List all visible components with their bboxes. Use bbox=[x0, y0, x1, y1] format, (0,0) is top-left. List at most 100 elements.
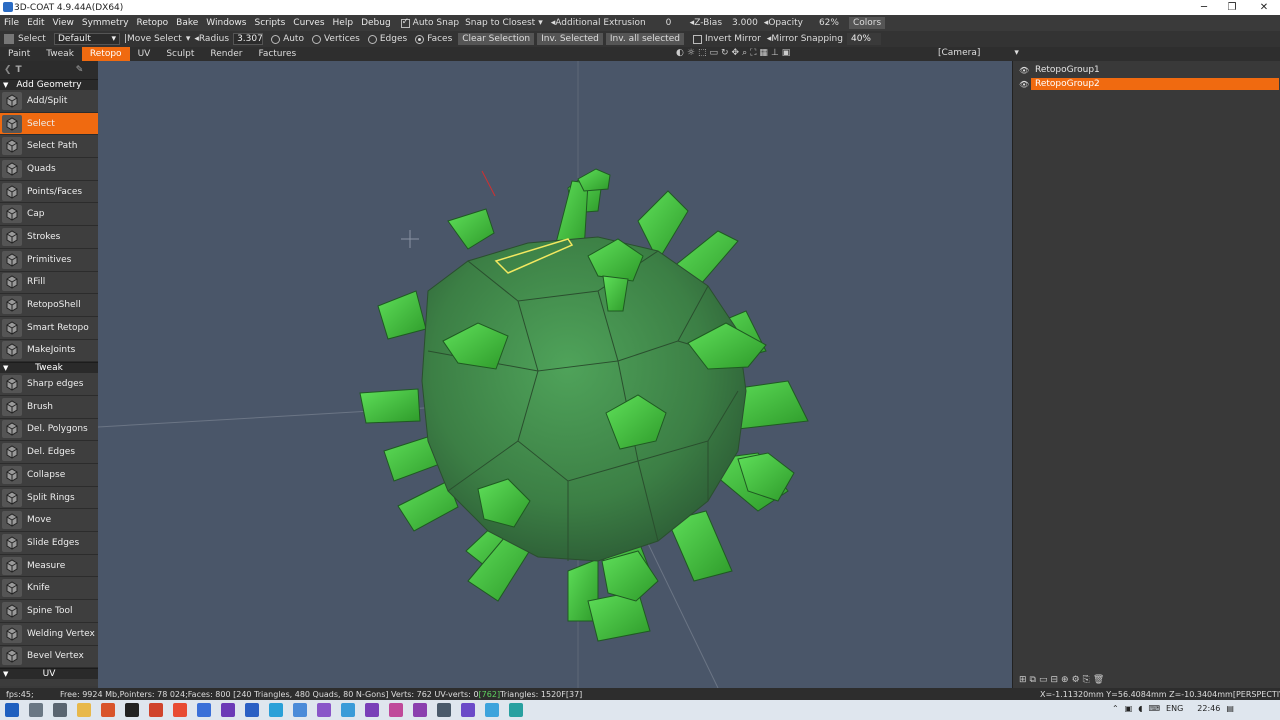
tool-spine-tool[interactable]: Spine Tool bbox=[0, 600, 98, 623]
tool-measure[interactable]: Measure bbox=[0, 554, 98, 578]
menu-retopo[interactable]: Retopo bbox=[133, 15, 173, 31]
app-icon-sky[interactable] bbox=[341, 703, 355, 717]
settings-icon[interactable]: ⚙ bbox=[1072, 675, 1080, 685]
invert-mirror-toggle[interactable]: Invert Mirror bbox=[692, 34, 761, 44]
lasso-icon[interactable]: ⬚ bbox=[698, 48, 707, 58]
axis-icon[interactable]: ⊥ bbox=[771, 48, 779, 58]
fit-view-icon[interactable]: ⛶ bbox=[750, 48, 756, 58]
tool-rfill[interactable]: RFill bbox=[0, 271, 98, 295]
object-row[interactable]: 👁 RetopoGroup2 bbox=[1019, 78, 1279, 90]
copy-layer-icon[interactable]: ⧉ bbox=[1030, 675, 1036, 685]
auto-snap-toggle[interactable]: Auto Snap bbox=[400, 17, 459, 28]
tool-strokes[interactable]: Strokes bbox=[0, 226, 98, 249]
frame-icon[interactable]: ▭ bbox=[709, 48, 718, 58]
network-icon[interactable]: ▣ bbox=[1125, 704, 1133, 713]
collapse-triangle-icon[interactable]: ▼ bbox=[3, 80, 8, 91]
save-icon[interactable] bbox=[245, 703, 259, 717]
menu-symmetry[interactable]: Symmetry bbox=[78, 15, 133, 31]
delete-icon[interactable]: 🗑 bbox=[1093, 675, 1104, 685]
brush-stroke-icon[interactable]: ✎ bbox=[76, 65, 84, 75]
visibility-eye-icon[interactable]: 👁 bbox=[1019, 66, 1031, 75]
radio-faces[interactable]: Faces bbox=[415, 34, 452, 44]
light-icon[interactable]: ☼ bbox=[687, 48, 695, 58]
windows-start-icon[interactable] bbox=[5, 703, 19, 717]
volume-icon[interactable]: ◖ bbox=[1138, 704, 1142, 713]
language-indicator[interactable]: ENG bbox=[1166, 704, 1183, 713]
menu-scripts[interactable]: Scripts bbox=[250, 15, 289, 31]
tool-primitives[interactable]: Primitives bbox=[0, 248, 98, 272]
file-explorer-icon[interactable] bbox=[77, 703, 91, 717]
radio-auto-dot[interactable] bbox=[271, 34, 281, 44]
tool-knife[interactable]: Knife bbox=[0, 577, 98, 601]
app-icon-violet[interactable] bbox=[317, 703, 331, 717]
inv-selected-button[interactable]: Inv. Selected bbox=[537, 33, 603, 45]
menu-file[interactable]: File bbox=[0, 15, 23, 31]
mirror-snapping-slider[interactable]: ◂ Mirror Snapping 40% bbox=[767, 33, 881, 45]
tool-retoposhell[interactable]: RetopoShell bbox=[0, 294, 98, 317]
menu-curves[interactable]: Curves bbox=[289, 15, 328, 31]
restore-icon[interactable]: ❐ bbox=[1216, 0, 1248, 15]
virus-mesh[interactable] bbox=[359, 168, 809, 642]
tab-uv[interactable]: UV bbox=[130, 47, 159, 61]
radio-edges[interactable]: Edges bbox=[367, 34, 407, 44]
tool-makejoints[interactable]: MakeJoints bbox=[0, 339, 98, 363]
app-icon-orange[interactable] bbox=[101, 703, 115, 717]
screen-icon[interactable]: ▣ bbox=[782, 48, 791, 58]
folder-icon[interactable]: ▭ bbox=[1039, 675, 1048, 685]
text-tool-icon[interactable]: T bbox=[16, 65, 22, 75]
tool-select-path[interactable]: Select Path bbox=[0, 135, 98, 159]
visual-studio-icon[interactable] bbox=[365, 703, 379, 717]
rotate-icon[interactable]: ↻ bbox=[721, 48, 729, 58]
object-row[interactable]: 👁 RetopoGroup1 bbox=[1019, 64, 1104, 76]
close-icon[interactable]: ✕ bbox=[1248, 0, 1280, 15]
app-icon-slate[interactable] bbox=[437, 703, 451, 717]
radius-value[interactable]: 3.307 bbox=[233, 33, 264, 45]
grid-icon[interactable]: ▦ bbox=[759, 48, 768, 58]
tab-factures[interactable]: Factures bbox=[250, 47, 304, 61]
opacity-slider[interactable]: ◂ Opacity 62% bbox=[764, 18, 839, 28]
zbias-slider[interactable]: ◂ Z-Bias 3.000 bbox=[690, 18, 758, 28]
section-header[interactable]: ▼ Tweak bbox=[0, 362, 98, 374]
radio-vertices-dot[interactable] bbox=[311, 34, 321, 44]
tool-add-split[interactable]: Add/Split bbox=[0, 90, 98, 113]
app-icon-purple[interactable] bbox=[221, 703, 235, 717]
viewport-3d[interactable] bbox=[98, 61, 1012, 688]
mirror-snapping-value[interactable]: 40% bbox=[846, 33, 881, 45]
clear-selection-button[interactable]: Clear Selection bbox=[458, 33, 535, 45]
tab-sculpt[interactable]: Sculpt bbox=[158, 47, 202, 61]
keyboard-icon[interactable]: ⌨ bbox=[1148, 704, 1160, 713]
tool-welding-vertex[interactable]: Welding Vertex bbox=[0, 622, 98, 646]
export-icon[interactable]: ⎘ bbox=[1083, 675, 1090, 685]
tab-render[interactable]: Render bbox=[202, 47, 250, 61]
radius-slider[interactable]: ◂ Radius 3.307 bbox=[194, 33, 264, 45]
app-icon-azure[interactable] bbox=[485, 703, 499, 717]
tool-sharp-edges[interactable]: Sharp edges bbox=[0, 373, 98, 396]
section-header[interactable]: ▼ Add Geometry bbox=[0, 79, 98, 90]
visibility-eye-icon[interactable]: 👁 bbox=[1019, 80, 1031, 89]
preset-dropdown[interactable]: Default ▾ bbox=[54, 33, 120, 45]
snap-mode-dropdown[interactable]: Snap to Closest ▾ bbox=[465, 18, 543, 28]
app-icon-light-blue[interactable] bbox=[293, 703, 307, 717]
app-icon-blue[interactable] bbox=[197, 703, 211, 717]
pan-icon[interactable]: ✥ bbox=[732, 48, 740, 58]
app-icon-magenta[interactable] bbox=[389, 703, 403, 717]
tray-arrow-icon[interactable]: ⌃ bbox=[1112, 704, 1119, 713]
collapse-triangle-icon[interactable]: ▼ bbox=[3, 669, 8, 680]
collapse-triangle-icon[interactable]: ▼ bbox=[3, 363, 8, 374]
search-icon[interactable] bbox=[29, 703, 43, 717]
viewport-canvas[interactable] bbox=[98, 61, 1012, 688]
notifications-icon[interactable]: ▤ bbox=[1226, 704, 1234, 713]
visual-studio-code-icon[interactable] bbox=[461, 703, 475, 717]
tool-move[interactable]: Move bbox=[0, 509, 98, 533]
tool-select[interactable]: Select bbox=[0, 112, 98, 136]
tool-collapse[interactable]: Collapse bbox=[0, 464, 98, 487]
menu-windows[interactable]: Windows bbox=[202, 15, 250, 31]
colors-button[interactable]: Colors bbox=[848, 17, 886, 29]
radio-auto[interactable]: Auto bbox=[271, 34, 304, 44]
menu-bake[interactable]: Bake bbox=[172, 15, 202, 31]
onenote-icon[interactable] bbox=[413, 703, 427, 717]
tool-del-polygons[interactable]: Del. Polygons bbox=[0, 418, 98, 442]
tool-brush[interactable]: Brush bbox=[0, 395, 98, 419]
tool-split-rings[interactable]: Split Rings bbox=[0, 486, 98, 510]
tab-retopo[interactable]: Retopo bbox=[81, 47, 130, 61]
